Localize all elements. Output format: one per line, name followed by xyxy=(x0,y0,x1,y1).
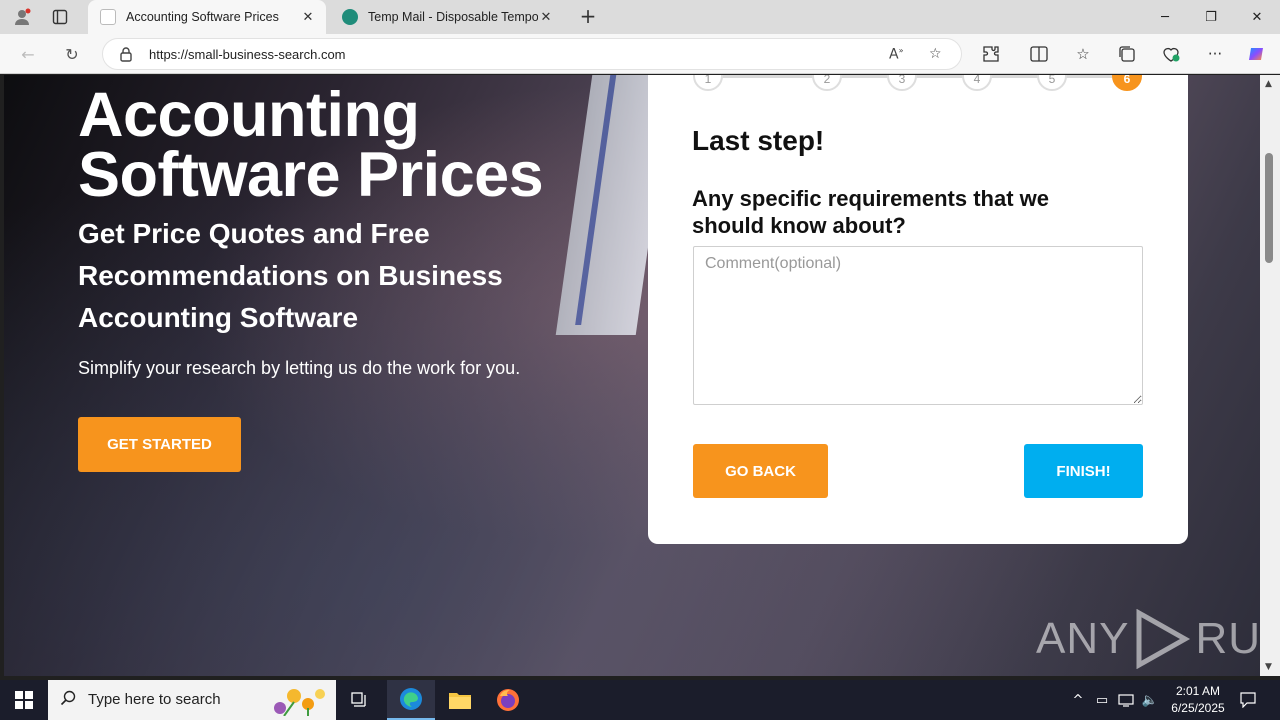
hero-subtitle: Get Price Quotes and Free Recommendation… xyxy=(78,218,503,333)
volume-icon[interactable]: 🔈 xyxy=(1140,691,1160,709)
watermark-text-left: ANY xyxy=(1036,614,1130,663)
back-icon[interactable]: ← xyxy=(16,42,40,66)
temp-mail-icon xyxy=(342,9,358,25)
taskbar-clock[interactable]: 2:01 AM 6/25/2025 xyxy=(1162,683,1234,717)
read-aloud-icon[interactable]: A» xyxy=(889,46,903,63)
form-question: Any specific requirements that we should… xyxy=(692,186,1049,238)
favorite-star-icon[interactable]: ☆ xyxy=(929,46,942,62)
tray-overflow-icon[interactable]: ^ xyxy=(1068,691,1088,709)
hero-title: Accounting Software Prices xyxy=(78,80,544,210)
address-bar[interactable]: https://small-business-search.com A» ☆ xyxy=(102,38,962,70)
clock-time: 2:01 AM xyxy=(1175,684,1221,698)
step-1: 1 xyxy=(693,75,723,91)
task-view-icon[interactable] xyxy=(336,680,384,720)
get-started-button[interactable]: GET STARTED xyxy=(78,417,241,472)
new-tab-icon[interactable]: + xyxy=(576,5,600,29)
scrollbar-thumb[interactable] xyxy=(1265,153,1273,263)
hero-text: Simplify your research by letting us do … xyxy=(78,358,521,378)
firefox-icon[interactable] xyxy=(484,680,532,720)
close-tab-icon[interactable]: ✕ xyxy=(538,9,554,25)
windows-taskbar: Type here to search ^ ▭ 🔈 2:01 AM 6/25/2… xyxy=(0,680,1280,720)
comment-textarea[interactable] xyxy=(693,246,1143,405)
step-progress: 1 2 3 4 5 6 xyxy=(692,75,1144,91)
collections-icon[interactable] xyxy=(1116,43,1138,65)
tab-title: Accounting Software Prices xyxy=(126,10,279,24)
tab-title: Temp Mail - Disposable Temporary xyxy=(368,10,538,24)
page-icon xyxy=(100,9,116,25)
favorites-icon[interactable]: ☆ xyxy=(1072,43,1094,65)
tab-accounting-software[interactable]: Accounting Software Prices ✕ xyxy=(88,0,326,34)
scroll-down-icon[interactable]: ▼ xyxy=(1265,662,1272,672)
site-info-icon[interactable] xyxy=(119,46,133,66)
step-6-current: 6 xyxy=(1112,75,1142,91)
anyrun-watermark: ANY RUN xyxy=(1036,608,1280,670)
scroll-up-icon[interactable]: ▲ xyxy=(1265,79,1272,89)
step-2: 2 xyxy=(812,75,842,91)
tab-temp-mail[interactable]: Temp Mail - Disposable Temporary ✕ xyxy=(330,0,564,34)
refresh-icon[interactable]: ↻ xyxy=(60,42,84,66)
search-highlight-flowers-icon xyxy=(274,689,325,716)
step-5: 5 xyxy=(1037,75,1067,91)
minimize-icon[interactable]: ─ xyxy=(1142,0,1188,34)
web-page: Accounting Software Prices Get Price Quo… xyxy=(4,75,1260,676)
play-logo-icon xyxy=(1136,609,1191,669)
browser-tab-bar: Accounting Software Prices ✕ Temp Mail -… xyxy=(0,0,1280,34)
search-placeholder: Type here to search xyxy=(88,691,221,708)
browser-essentials-icon[interactable] xyxy=(1160,43,1182,65)
search-icon xyxy=(60,690,76,710)
close-window-icon[interactable]: ✕ xyxy=(1234,0,1280,34)
step-4: 4 xyxy=(962,75,992,91)
settings-more-icon[interactable]: ··· xyxy=(1204,43,1226,65)
network-icon[interactable] xyxy=(1116,691,1136,709)
notification-icon[interactable] xyxy=(1238,690,1258,710)
page-scrollbar[interactable]: ▲ ▼ xyxy=(1260,75,1280,676)
taskbar-search-box[interactable]: Type here to search xyxy=(48,680,336,720)
url-text[interactable]: https://small-business-search.com xyxy=(149,47,346,62)
form-heading: Last step! xyxy=(692,125,825,156)
windows-start-icon[interactable] xyxy=(0,680,48,720)
clock-date: 6/25/2025 xyxy=(1171,701,1225,715)
file-explorer-icon[interactable] xyxy=(436,680,484,720)
go-back-button[interactable]: GO BACK xyxy=(693,444,828,498)
address-bar-row: ← ↻ https://small-business-search.com A»… xyxy=(0,34,1280,74)
split-screen-icon[interactable] xyxy=(1028,43,1050,65)
finish-button[interactable]: FINISH! xyxy=(1024,444,1143,498)
tab-actions-icon[interactable] xyxy=(48,5,72,29)
quote-form-card: 1 2 3 4 5 6 Last step! Any specific requ… xyxy=(648,75,1188,544)
restore-icon[interactable]: ❐ xyxy=(1188,0,1234,34)
device-icon[interactable]: ▭ xyxy=(1092,691,1112,709)
step-3: 3 xyxy=(887,75,917,91)
extensions-icon[interactable] xyxy=(980,43,1002,65)
profile-icon[interactable] xyxy=(10,5,34,29)
copilot-icon[interactable] xyxy=(1246,43,1268,65)
close-tab-icon[interactable]: ✕ xyxy=(300,9,316,25)
edge-taskbar-icon[interactable] xyxy=(387,680,435,720)
